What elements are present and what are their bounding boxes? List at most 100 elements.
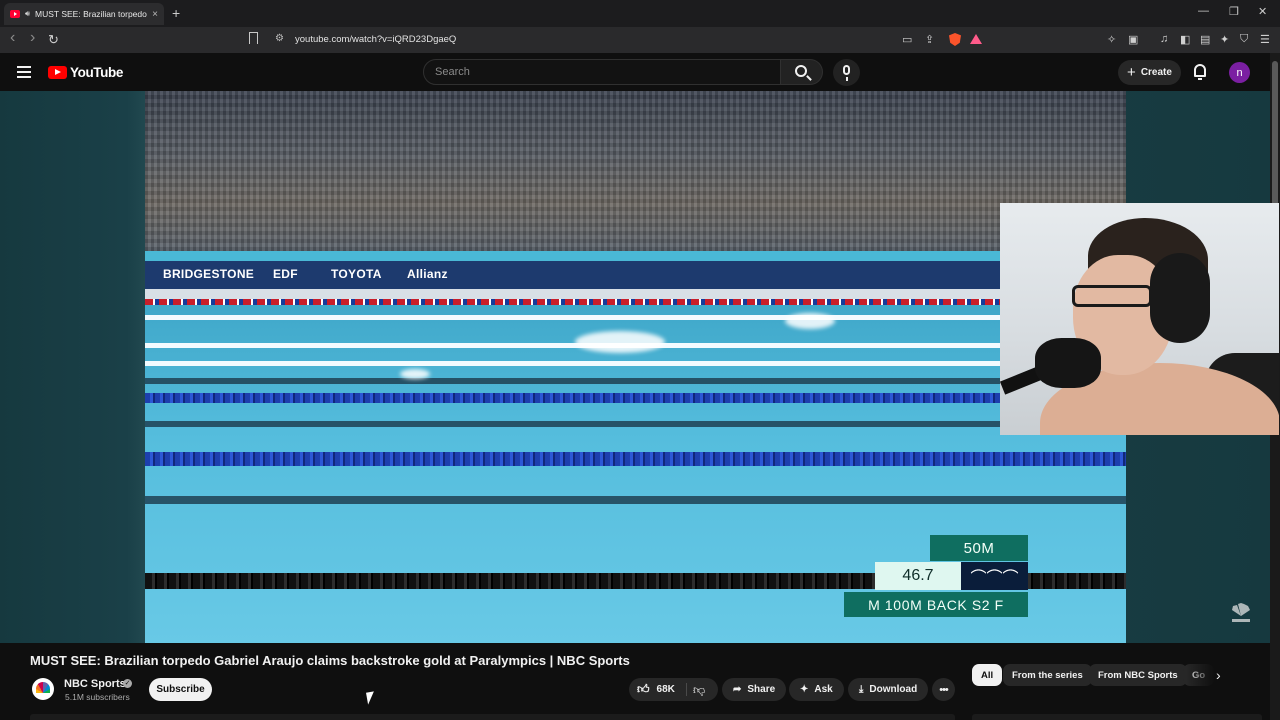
extensions-icon[interactable]: ✧	[1107, 33, 1116, 46]
related-list-edge	[972, 714, 1262, 720]
youtube-logo[interactable]: YouTube	[48, 65, 123, 80]
plus-icon: +	[1127, 64, 1136, 81]
swimmer-splash	[785, 313, 835, 329]
url-text[interactable]: youtube.com/watch?v=iQRD23DgaeQ	[295, 34, 456, 45]
pool-floor-line	[145, 496, 1126, 504]
sponsor-text: BRIDGESTONE	[163, 267, 255, 281]
subscriber-count: 5.1M subscribers	[65, 692, 130, 702]
create-label: Create	[1140, 67, 1172, 78]
chevron-right-icon[interactable]: ›	[1216, 667, 1221, 683]
lane-rope	[145, 393, 1126, 403]
youtube-wordmark: YouTube	[70, 65, 123, 80]
thumbs-up-icon: 👍︎	[637, 682, 650, 696]
browser-tab-bar: 🔊︎ MUST SEE: Brazilian torpedo × + — ❐ ✕	[0, 0, 1280, 27]
ask-button[interactable]: ✦ Ask	[789, 678, 844, 701]
forward-button[interactable]: ›	[30, 29, 35, 47]
chip-from-nbc-sports[interactable]: From NBC Sports	[1089, 664, 1187, 686]
nbc-peacock-icon	[36, 682, 50, 693]
search-box[interactable]	[423, 59, 781, 85]
notifications-bell-icon[interactable]	[1194, 64, 1206, 80]
scrollbar-thumb[interactable]	[1272, 61, 1278, 207]
account-avatar[interactable]: n	[1229, 62, 1250, 83]
voice-search-button[interactable]	[833, 59, 860, 86]
back-button[interactable]: ‹	[10, 29, 15, 47]
race-time: 46.7	[875, 562, 961, 590]
ask-sparkle-icon: ✦	[800, 684, 809, 695]
site-info-icon[interactable]: ⚙︎	[275, 33, 284, 44]
tab-search-icon[interactable]: ▣	[1128, 33, 1138, 46]
close-window-button[interactable]: ✕	[1258, 5, 1267, 18]
race-event: M 100M BACK S2 F	[844, 592, 1028, 617]
video-crowd-scene	[145, 91, 1126, 251]
sponsor-text: EDF	[273, 267, 298, 281]
like-divider	[686, 683, 687, 696]
minimize-button[interactable]: —	[1198, 5, 1209, 17]
search-input[interactable]	[424, 60, 780, 84]
lane-rope	[145, 361, 1126, 366]
address-bar[interactable]: ⚙︎ youtube.com/watch?v=iQRD23DgaeQ	[245, 30, 990, 50]
chip-from-the-series[interactable]: From the series	[1003, 664, 1092, 686]
youtube-favicon-icon	[10, 10, 20, 18]
webcam-microphone	[1035, 338, 1101, 388]
chip-all[interactable]: All	[972, 664, 1003, 686]
guide-menu-icon[interactable]	[17, 66, 31, 78]
microphone-icon	[843, 65, 850, 81]
new-tab-button[interactable]: +	[172, 5, 180, 21]
like-button[interactable]: 👍︎ 68K	[637, 678, 675, 701]
search-button[interactable]	[781, 59, 823, 85]
share-page-icon[interactable]: ⇪	[925, 33, 934, 46]
search-icon	[795, 65, 807, 77]
chip-fade	[1186, 664, 1238, 686]
webcam-glasses	[1072, 285, 1152, 307]
nbc-subscribe-watermark-icon[interactable]	[1230, 602, 1252, 624]
more-actions-button[interactable]: •••	[932, 678, 955, 701]
lane-rope	[145, 452, 1126, 466]
youtube-play-icon	[48, 66, 67, 79]
browser-tab[interactable]: 🔊︎ MUST SEE: Brazilian torpedo ×	[4, 3, 164, 25]
sponsor-text: Allianz	[407, 267, 448, 281]
pool-floor-line	[145, 378, 1126, 384]
channel-name[interactable]: NBC Sports	[64, 678, 126, 690]
channel-avatar[interactable]	[32, 678, 54, 700]
sidebar-icon[interactable]: ◧	[1180, 33, 1190, 46]
reload-button[interactable]: ↻	[48, 32, 59, 48]
webcam-headphones	[1150, 253, 1210, 343]
youtube-header: YouTube + Create n	[0, 53, 1270, 91]
video-title: MUST SEE: Brazilian torpedo Gabriel Arau…	[30, 653, 630, 668]
restore-button[interactable]: ❐	[1229, 5, 1239, 18]
dislike-button[interactable]: 👎︎	[693, 683, 705, 698]
audio-playing-icon[interactable]: 🔊︎	[25, 9, 30, 19]
share-label: Share	[747, 684, 776, 695]
streamer-webcam-overlay	[1000, 203, 1279, 435]
tab-close-icon[interactable]: ×	[152, 9, 158, 20]
cast-icon[interactable]: ▭	[902, 33, 912, 46]
mouse-cursor	[366, 691, 376, 705]
browser-toolbar: ‹ › ↻ ⚙︎ youtube.com/watch?v=iQRD23DgaeQ…	[0, 27, 1280, 53]
swimmer-splash	[400, 369, 430, 379]
like-dislike-group: 👍︎ 68K 👎︎	[629, 678, 718, 701]
bookmark-icon[interactable]	[249, 32, 258, 44]
media-icon[interactable]: ♫	[1160, 33, 1168, 45]
lane-rope	[145, 299, 1126, 305]
leo-ai-icon[interactable]: ✦	[1220, 33, 1229, 46]
description-box-edge	[30, 714, 955, 720]
download-button[interactable]: ⤓ Download	[848, 678, 929, 701]
menu-icon[interactable]: ☰	[1260, 33, 1270, 46]
download-icon: ⤓	[859, 684, 864, 695]
sponsor-text: TOYOTA	[331, 267, 382, 281]
race-distance: 50M	[930, 535, 1028, 561]
like-count: 68K	[656, 684, 675, 695]
pool-floor-line	[145, 421, 1126, 427]
create-button[interactable]: + Create	[1118, 60, 1181, 85]
paralympics-emblem-icon: ⌒⌒⌒	[961, 562, 1028, 590]
tab-title: MUST SEE: Brazilian torpedo	[35, 9, 147, 19]
swimmer-splash	[575, 331, 665, 353]
subscribe-button[interactable]: Subscribe	[149, 678, 212, 701]
share-button[interactable]: ➦ Share	[722, 678, 787, 701]
share-icon: ➦	[733, 684, 742, 695]
wallet-icon[interactable]: ▤	[1200, 33, 1210, 46]
brave-rewards-icon[interactable]	[970, 34, 982, 44]
ask-label: Ask	[814, 684, 833, 695]
download-label: Download	[869, 684, 918, 695]
vpn-icon[interactable]: ⛉	[1240, 33, 1248, 46]
